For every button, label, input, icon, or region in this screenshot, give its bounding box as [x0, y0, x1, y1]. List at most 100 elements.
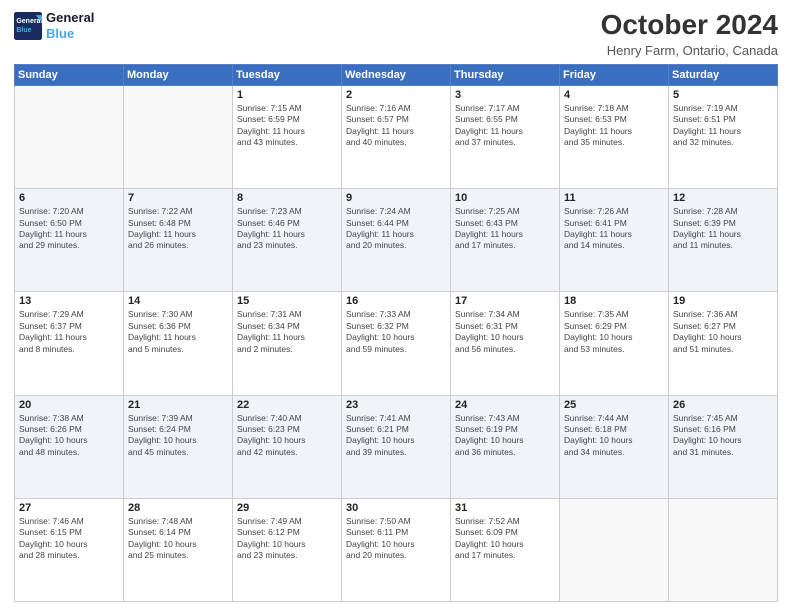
day-info: Sunrise: 7:41 AM Sunset: 6:21 PM Dayligh…	[346, 413, 446, 459]
day-number: 20	[19, 399, 119, 411]
header-friday: Friday	[560, 64, 669, 85]
location-title: Henry Farm, Ontario, Canada	[601, 43, 778, 58]
day-number: 14	[128, 295, 228, 307]
day-info: Sunrise: 7:38 AM Sunset: 6:26 PM Dayligh…	[19, 413, 119, 459]
calendar-row-0: 1Sunrise: 7:15 AM Sunset: 6:59 PM Daylig…	[15, 85, 778, 188]
day-info: Sunrise: 7:29 AM Sunset: 6:37 PM Dayligh…	[19, 309, 119, 355]
calendar-row-2: 13 Sunrise: 7:29 AM Sunset: 6:37 PM Dayli…	[15, 292, 778, 395]
day-info: Sunrise: 7:20 AM Sunset: 6:50 PM Dayligh…	[19, 206, 119, 252]
day-info: Sunrise: 7:44 AM Sunset: 6:18 PM Dayligh…	[564, 413, 664, 459]
day-info: Sunrise: 7:31 AM Sunset: 6:34 PM Dayligh…	[237, 309, 337, 355]
day-info: Sunrise: 7:30 AM Sunset: 6:36 PM Dayligh…	[128, 309, 228, 355]
day-number: 2	[346, 89, 446, 101]
day-number: 28	[128, 502, 228, 514]
day-number: 24	[455, 399, 555, 411]
table-row: 14 Sunrise: 7:30 AM Sunset: 6:36 PM Dayli…	[124, 292, 233, 395]
table-row: 3 Sunrise: 7:17 AM Sunset: 6:55 PM Daylig…	[451, 85, 560, 188]
table-row: 4Sunrise: 7:18 AM Sunset: 6:53 PM Daylig…	[560, 85, 669, 188]
day-info: Sunrise: 7:40 AM Sunset: 6:23 PM Dayligh…	[237, 413, 337, 459]
day-number: 26	[673, 399, 773, 411]
day-number: 23	[346, 399, 446, 411]
day-info: Sunrise: 7:36 AM Sunset: 6:27 PM Dayligh…	[673, 309, 773, 355]
header-tuesday: Tuesday	[233, 64, 342, 85]
day-number: 12	[673, 192, 773, 204]
svg-text:General: General	[16, 17, 42, 24]
table-row: 6 Sunrise: 7:20 AM Sunset: 6:50 PM Daylig…	[15, 189, 124, 292]
day-info: Sunrise: 7:17 AM Sunset: 6:55 PM Dayligh…	[455, 103, 555, 149]
day-number: 27	[19, 502, 119, 514]
table-row: 24Sunrise: 7:43 AM Sunset: 6:19 PM Dayli…	[451, 395, 560, 498]
table-row: 23 Sunrise: 7:41 AM Sunset: 6:21 PM Dayli…	[342, 395, 451, 498]
day-number: 17	[455, 295, 555, 307]
weekday-header-row: Sunday Monday Tuesday Wednesday Thursday…	[15, 64, 778, 85]
calendar-row-1: 6 Sunrise: 7:20 AM Sunset: 6:50 PM Daylig…	[15, 189, 778, 292]
table-row: 20 Sunrise: 7:38 AM Sunset: 6:26 PM Dayli…	[15, 395, 124, 498]
day-info: Sunrise: 7:26 AM Sunset: 6:41 PM Dayligh…	[564, 206, 664, 252]
table-row: 16 Sunrise: 7:33 AM Sunset: 6:32 PM Dayli…	[342, 292, 451, 395]
day-number: 8	[237, 192, 337, 204]
calendar-table: Sunday Monday Tuesday Wednesday Thursday…	[14, 64, 778, 602]
header-wednesday: Wednesday	[342, 64, 451, 85]
day-info: Sunrise: 7:52 AM Sunset: 6:09 PM Dayligh…	[455, 516, 555, 562]
day-number: 25	[564, 399, 664, 411]
day-number: 29	[237, 502, 337, 514]
day-number: 30	[346, 502, 446, 514]
calendar-row-4: 27 Sunrise: 7:46 AM Sunset: 6:15 PM Dayli…	[15, 498, 778, 601]
table-row: 1Sunrise: 7:15 AM Sunset: 6:59 PM Daylig…	[233, 85, 342, 188]
day-info: Sunrise: 7:24 AM Sunset: 6:44 PM Dayligh…	[346, 206, 446, 252]
table-row: 31 Sunrise: 7:52 AM Sunset: 6:09 PM Dayli…	[451, 498, 560, 601]
table-row: 25 Sunrise: 7:44 AM Sunset: 6:18 PM Dayli…	[560, 395, 669, 498]
day-number: 19	[673, 295, 773, 307]
day-number: 10	[455, 192, 555, 204]
calendar-row-3: 20 Sunrise: 7:38 AM Sunset: 6:26 PM Dayli…	[15, 395, 778, 498]
month-title: October 2024	[601, 10, 778, 41]
day-number: 21	[128, 399, 228, 411]
table-row	[560, 498, 669, 601]
header-monday: Monday	[124, 64, 233, 85]
day-number: 31	[455, 502, 555, 514]
title-block: October 2024 Henry Farm, Ontario, Canada	[601, 10, 778, 58]
day-number: 13	[19, 295, 119, 307]
day-number: 16	[346, 295, 446, 307]
page: General Blue General Blue October 2024 H…	[0, 0, 792, 612]
day-number: 4	[564, 89, 664, 101]
header-sunday: Sunday	[15, 64, 124, 85]
day-info: Sunrise: 7:33 AM Sunset: 6:32 PM Dayligh…	[346, 309, 446, 355]
table-row: 18 Sunrise: 7:35 AM Sunset: 6:29 PM Dayli…	[560, 292, 669, 395]
day-info: Sunrise: 7:50 AM Sunset: 6:11 PM Dayligh…	[346, 516, 446, 562]
day-info: Sunrise: 7:34 AM Sunset: 6:31 PM Dayligh…	[455, 309, 555, 355]
day-number: 18	[564, 295, 664, 307]
day-number: 15	[237, 295, 337, 307]
logo: General Blue General Blue	[14, 10, 94, 41]
table-row: 22Sunrise: 7:40 AM Sunset: 6:23 PM Dayli…	[233, 395, 342, 498]
table-row: 8Sunrise: 7:23 AM Sunset: 6:46 PM Daylig…	[233, 189, 342, 292]
table-row: 21 Sunrise: 7:39 AM Sunset: 6:24 PM Dayli…	[124, 395, 233, 498]
day-info: Sunrise: 7:49 AM Sunset: 6:12 PM Dayligh…	[237, 516, 337, 562]
table-row: 2Sunrise: 7:16 AM Sunset: 6:57 PM Daylig…	[342, 85, 451, 188]
table-row: 27 Sunrise: 7:46 AM Sunset: 6:15 PM Dayli…	[15, 498, 124, 601]
day-info: Sunrise: 7:22 AM Sunset: 6:48 PM Dayligh…	[128, 206, 228, 252]
table-row: 7 Sunrise: 7:22 AM Sunset: 6:48 PM Daylig…	[124, 189, 233, 292]
day-info: Sunrise: 7:25 AM Sunset: 6:43 PM Dayligh…	[455, 206, 555, 252]
logo-text: General Blue	[46, 10, 94, 41]
day-info: Sunrise: 7:28 AM Sunset: 6:39 PM Dayligh…	[673, 206, 773, 252]
header: General Blue General Blue October 2024 H…	[14, 10, 778, 58]
day-info: Sunrise: 7:35 AM Sunset: 6:29 PM Dayligh…	[564, 309, 664, 355]
table-row: 11 Sunrise: 7:26 AM Sunset: 6:41 PM Dayli…	[560, 189, 669, 292]
table-row: 29 Sunrise: 7:49 AM Sunset: 6:12 PM Dayli…	[233, 498, 342, 601]
day-number: 6	[19, 192, 119, 204]
table-row: 19 Sunrise: 7:36 AM Sunset: 6:27 PM Dayli…	[669, 292, 778, 395]
day-info: Sunrise: 7:46 AM Sunset: 6:15 PM Dayligh…	[19, 516, 119, 562]
table-row: 17 Sunrise: 7:34 AM Sunset: 6:31 PM Dayli…	[451, 292, 560, 395]
day-number: 11	[564, 192, 664, 204]
table-row	[124, 85, 233, 188]
day-number: 3	[455, 89, 555, 101]
table-row: 28Sunrise: 7:48 AM Sunset: 6:14 PM Dayli…	[124, 498, 233, 601]
svg-text:Blue: Blue	[16, 27, 31, 34]
logo-icon: General Blue	[14, 12, 42, 40]
day-info: Sunrise: 7:39 AM Sunset: 6:24 PM Dayligh…	[128, 413, 228, 459]
day-number: 7	[128, 192, 228, 204]
day-number: 9	[346, 192, 446, 204]
day-number: 1	[237, 89, 337, 101]
table-row: 12 Sunrise: 7:28 AM Sunset: 6:39 PM Dayli…	[669, 189, 778, 292]
